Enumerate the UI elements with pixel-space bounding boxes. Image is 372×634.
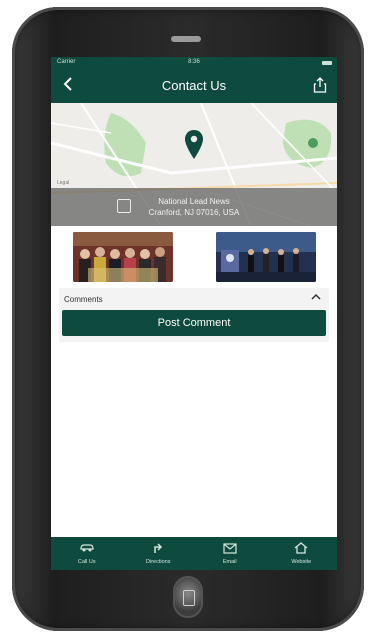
status-time: 8:36 xyxy=(188,59,200,65)
chevron-up-icon[interactable] xyxy=(311,293,321,301)
tab-call-us[interactable]: Call Us xyxy=(51,537,123,570)
tab-label: Email xyxy=(222,559,237,565)
home-button-icon xyxy=(183,590,195,606)
speaker-grille xyxy=(171,36,201,42)
bottom-tab-bar: Call Us Directions Email Website xyxy=(51,537,337,570)
address-line-1: National Lead News xyxy=(158,197,230,206)
tab-label: Website xyxy=(291,559,312,565)
address-line-2: Cranford, NJ 07016, USA xyxy=(148,208,240,217)
tab-website[interactable]: Website xyxy=(266,537,338,570)
mail-icon xyxy=(223,543,237,554)
map-legal-label[interactable]: Legal xyxy=(57,180,69,186)
group-photo[interactable] xyxy=(73,232,173,282)
directions-arrow-icon xyxy=(154,543,163,553)
address-overlay[interactable]: National Lead News Cranford, NJ 07016, U… xyxy=(51,188,337,226)
share-icon[interactable] xyxy=(313,77,327,93)
tab-label: Directions xyxy=(146,559,171,565)
nav-bar: Contact Us xyxy=(51,69,337,103)
battery-icon xyxy=(322,61,332,65)
app-screen: Carrier 8:36 Contact Us Legal National L… xyxy=(51,57,337,570)
tab-label: Call Us xyxy=(77,559,96,565)
car-icon xyxy=(80,544,94,552)
comments-header[interactable]: Comments xyxy=(59,288,329,310)
photo-gallery xyxy=(51,226,337,288)
comments-panel: Comments Post Comment xyxy=(59,288,329,342)
home-button[interactable] xyxy=(175,578,201,616)
comments-label: Comments xyxy=(64,295,103,304)
location-map[interactable]: Legal National Lead News Cranford, NJ 07… xyxy=(51,103,337,226)
home-icon xyxy=(294,542,308,554)
tab-email[interactable]: Email xyxy=(194,537,266,570)
page-title: Contact Us xyxy=(161,78,227,93)
stage-photo[interactable] xyxy=(216,232,316,282)
map-pin-icon[interactable] xyxy=(185,130,203,160)
status-bar: Carrier 8:36 xyxy=(51,57,337,69)
post-comment-button[interactable]: Post Comment xyxy=(62,310,326,336)
tab-directions[interactable]: Directions xyxy=(123,537,195,570)
device-stage: Carrier 8:36 Contact Us Legal National L… xyxy=(0,0,372,634)
